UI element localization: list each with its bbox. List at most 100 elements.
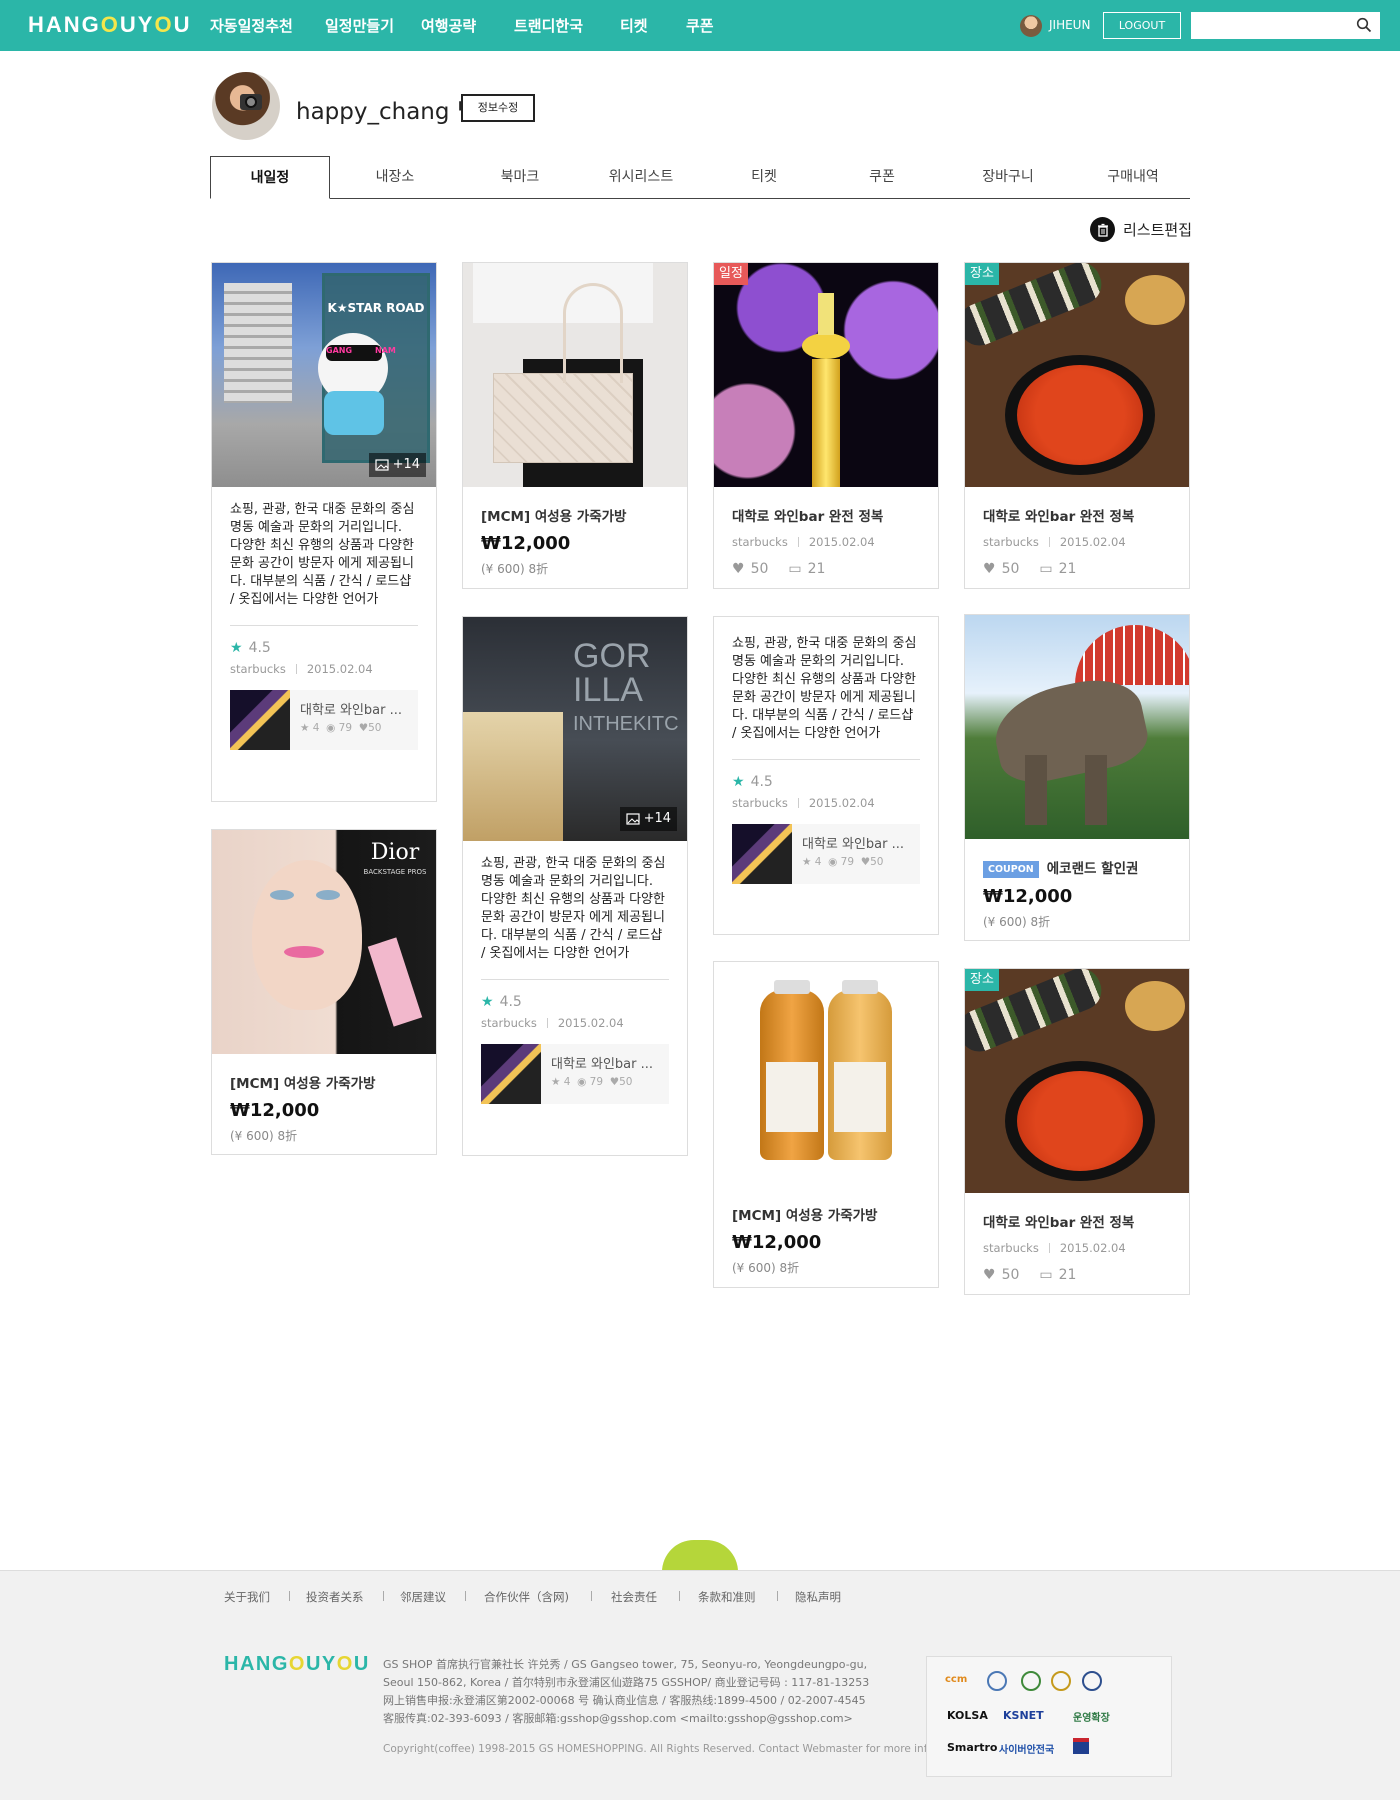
edit-info-button[interactable]: 정보수정 xyxy=(461,94,535,122)
product-card[interactable]: Dior BACKSTAGE PROS [MCM] 여성용 가죽가방 ₩12,0… xyxy=(211,829,437,1155)
nav-trendy-korea[interactable]: 트랜디한국 xyxy=(514,15,583,36)
user-avatar[interactable] xyxy=(1020,15,1042,37)
cert-ksnet: KSNET xyxy=(1003,1709,1044,1722)
footer-address-line: 网上销售申报:永登浦区第2002-00068 号 确认商业信息 / 客服热线:1… xyxy=(383,1694,866,1707)
schedule-card[interactable]: K★STAR ROAD GANG NAM +14 쇼핑, 관광, 한국 대중 문… xyxy=(211,262,437,802)
heart-icon[interactable]: ♥ xyxy=(983,561,996,577)
comment-icon[interactable]: ▭ xyxy=(1039,561,1052,577)
card-source: starbucks xyxy=(732,796,788,810)
card-title: 대학로 와인bar 완전 정복 xyxy=(732,509,884,525)
tab-wishlist[interactable]: 위시리스트 xyxy=(581,156,701,199)
heart-icon[interactable]: ♥ xyxy=(732,561,745,577)
place-tag: 장소 xyxy=(965,969,999,991)
card-price: ₩12,000 xyxy=(481,533,571,554)
cert-ccm: ccm xyxy=(945,1674,968,1685)
mascot-icon xyxy=(662,1540,738,1572)
footer-link-investors[interactable]: 投资者关系 xyxy=(306,1589,364,1605)
nav-auto-schedule[interactable]: 자동일정추천 xyxy=(210,15,293,36)
comment-count: 21 xyxy=(1058,561,1077,577)
card-price-sub: (¥ 600) 8折 xyxy=(481,562,549,576)
tab-my-schedule[interactable]: 내일정 xyxy=(210,156,330,199)
card-date: 2015.02.04 xyxy=(808,535,875,549)
profile-name: happy_chang 님 xyxy=(296,99,478,125)
tab-cart[interactable]: 장바구니 xyxy=(948,156,1068,199)
linked-item-thumb xyxy=(230,690,290,750)
linked-item[interactable]: 대학로 와인bar ... ★ 4 ◉ 79 ♥50 xyxy=(732,824,920,884)
search-icon[interactable] xyxy=(1356,17,1372,33)
like-count: 50 xyxy=(1001,561,1020,577)
card-source: starbucks xyxy=(732,535,788,549)
list-edit-label: 리스트편집 xyxy=(1123,221,1193,239)
footer-link-about[interactable]: 关于我们 xyxy=(224,1589,270,1605)
card-image: 장소 xyxy=(965,263,1189,487)
profile-avatar xyxy=(212,72,280,140)
linked-item[interactable]: 대학로 와인bar ... ★ 4 ◉ 79 ♥50 xyxy=(230,690,418,750)
coupon-badge: COUPON xyxy=(983,861,1039,878)
heart-icon[interactable]: ♥ xyxy=(983,1267,996,1283)
star-icon: ★ xyxy=(481,994,494,1010)
rating-value: 4.5 xyxy=(499,994,522,1010)
image-count-badge: +14 xyxy=(368,453,426,477)
card-title: 대학로 와인bar 완전 정복 xyxy=(983,509,1135,525)
footer-address-line: GS SHOP 首席执行官兼社长 许兑秀 / GS Gangseo tower,… xyxy=(383,1658,868,1671)
place-card[interactable]: 장소 대학로 와인bar 완전 정복 starbucks 2015.02.04 ♥… xyxy=(964,968,1190,1295)
card-image: 장소 xyxy=(965,969,1189,1193)
footer-link-social[interactable]: 社会责任 xyxy=(611,1589,657,1605)
schedule-card[interactable]: GOR ILLA INTHEKITC +14 쇼핑, 관광, 한국 대중 문화의… xyxy=(462,616,688,1156)
nav-make-schedule[interactable]: 일정만들기 xyxy=(325,15,394,36)
like-count: 50 xyxy=(750,561,769,577)
tab-ticket[interactable]: 티켓 xyxy=(704,156,824,199)
comment-count: 21 xyxy=(807,561,826,577)
footer-link-privacy[interactable]: 隐私声明 xyxy=(795,1589,841,1605)
linked-item[interactable]: 대학로 와인bar ... ★ 4 ◉ 79 ♥50 xyxy=(481,1044,669,1104)
username: JIHEUN xyxy=(1049,18,1091,32)
nav-travel-guide[interactable]: 여행공략 xyxy=(421,15,476,36)
footer-address-line: Seoul 150-862, Korea / 首尔特别市永登浦区仙遊路75 GS… xyxy=(383,1676,870,1689)
comment-icon[interactable]: ▭ xyxy=(1039,1267,1052,1283)
card-source: starbucks xyxy=(983,535,1039,549)
schedule-card[interactable]: 쇼핑, 관광, 한국 대중 문화의 중심 명동 예술과 문화의 거리입니다. 다… xyxy=(713,616,939,935)
footer-logo[interactable]: HANGOUYOU xyxy=(224,1653,370,1676)
certification-badges: ccm KOLSA KSNET 운영확장 Smartro 사이버안전국 xyxy=(926,1656,1172,1777)
card-source: starbucks xyxy=(983,1241,1039,1255)
card-date: 2015.02.04 xyxy=(557,1016,624,1030)
coupon-card[interactable]: COUPON 에코랜드 할인권 ₩12,000 (¥ 600) 8折 xyxy=(964,614,1190,941)
divider xyxy=(732,759,920,760)
tab-bookmark[interactable]: 북마크 xyxy=(460,156,580,199)
tab-my-places[interactable]: 내장소 xyxy=(335,156,455,199)
footer-link-suggestions[interactable]: 邻居建议 xyxy=(400,1589,446,1605)
footer: 关于我们 投资者关系 邻居建议 合作伙伴（含网) 社会责任 条款和准则 隐私声明… xyxy=(0,1570,1400,1800)
list-edit-button[interactable]: 리스트편집 xyxy=(1090,217,1192,242)
nav-ticket[interactable]: 티켓 xyxy=(620,15,648,36)
footer-link-terms[interactable]: 条款和准则 xyxy=(698,1589,756,1605)
logout-button[interactable]: LOGOUT xyxy=(1103,12,1181,39)
linked-item-title: 대학로 와인bar ... xyxy=(551,1057,654,1072)
card-source: starbucks xyxy=(230,662,286,676)
cert-operation: 운영확장 xyxy=(1073,1713,1110,1724)
card-price-sub: (¥ 600) 8折 xyxy=(983,915,1051,929)
card-date: 2015.02.04 xyxy=(808,796,875,810)
footer-copyright: Copyright(coffee) 1998-2015 GS HOMESHOPP… xyxy=(383,1743,975,1755)
schedule-card[interactable]: 일정 대학로 와인bar 완전 정복 starbucks 2015.02.04 ♥… xyxy=(713,262,939,589)
cert-smartro: Smartro xyxy=(947,1741,998,1754)
card-image: GOR ILLA INTHEKITC +14 xyxy=(463,617,687,841)
product-card[interactable]: [MCM] 여성용 가죽가방 ₩12,000 (¥ 600) 8折 xyxy=(462,262,688,589)
card-date: 2015.02.04 xyxy=(306,662,373,676)
rating-value: 4.5 xyxy=(248,640,271,656)
card-image: Dior BACKSTAGE PROS xyxy=(212,830,436,1054)
logo[interactable]: HANGOUYOU xyxy=(28,12,191,38)
footer-link-partners[interactable]: 合作伙伴（含网) xyxy=(484,1589,569,1605)
search-input[interactable] xyxy=(1191,12,1380,39)
product-card[interactable]: [MCM] 여성용 가죽가방 ₩12,000 (¥ 600) 8折 xyxy=(713,961,939,1288)
card-price: ₩12,000 xyxy=(983,886,1073,907)
place-card[interactable]: 장소 대학로 와인bar 완전 정복 starbucks 2015.02.04 ♥… xyxy=(964,262,1190,589)
comment-icon[interactable]: ▭ xyxy=(788,561,801,577)
card-price-sub: (¥ 600) 8折 xyxy=(230,1129,298,1143)
card-date: 2015.02.04 xyxy=(1059,535,1126,549)
cert-cyber: 사이버안전국 xyxy=(999,1745,1055,1756)
card-title: 대학로 와인bar 완전 정복 xyxy=(983,1215,1135,1231)
comment-count: 21 xyxy=(1058,1267,1077,1283)
tab-purchase-history[interactable]: 구매내역 xyxy=(1073,156,1193,199)
tab-coupon[interactable]: 쿠폰 xyxy=(822,156,942,199)
nav-coupon[interactable]: 쿠폰 xyxy=(686,15,714,36)
